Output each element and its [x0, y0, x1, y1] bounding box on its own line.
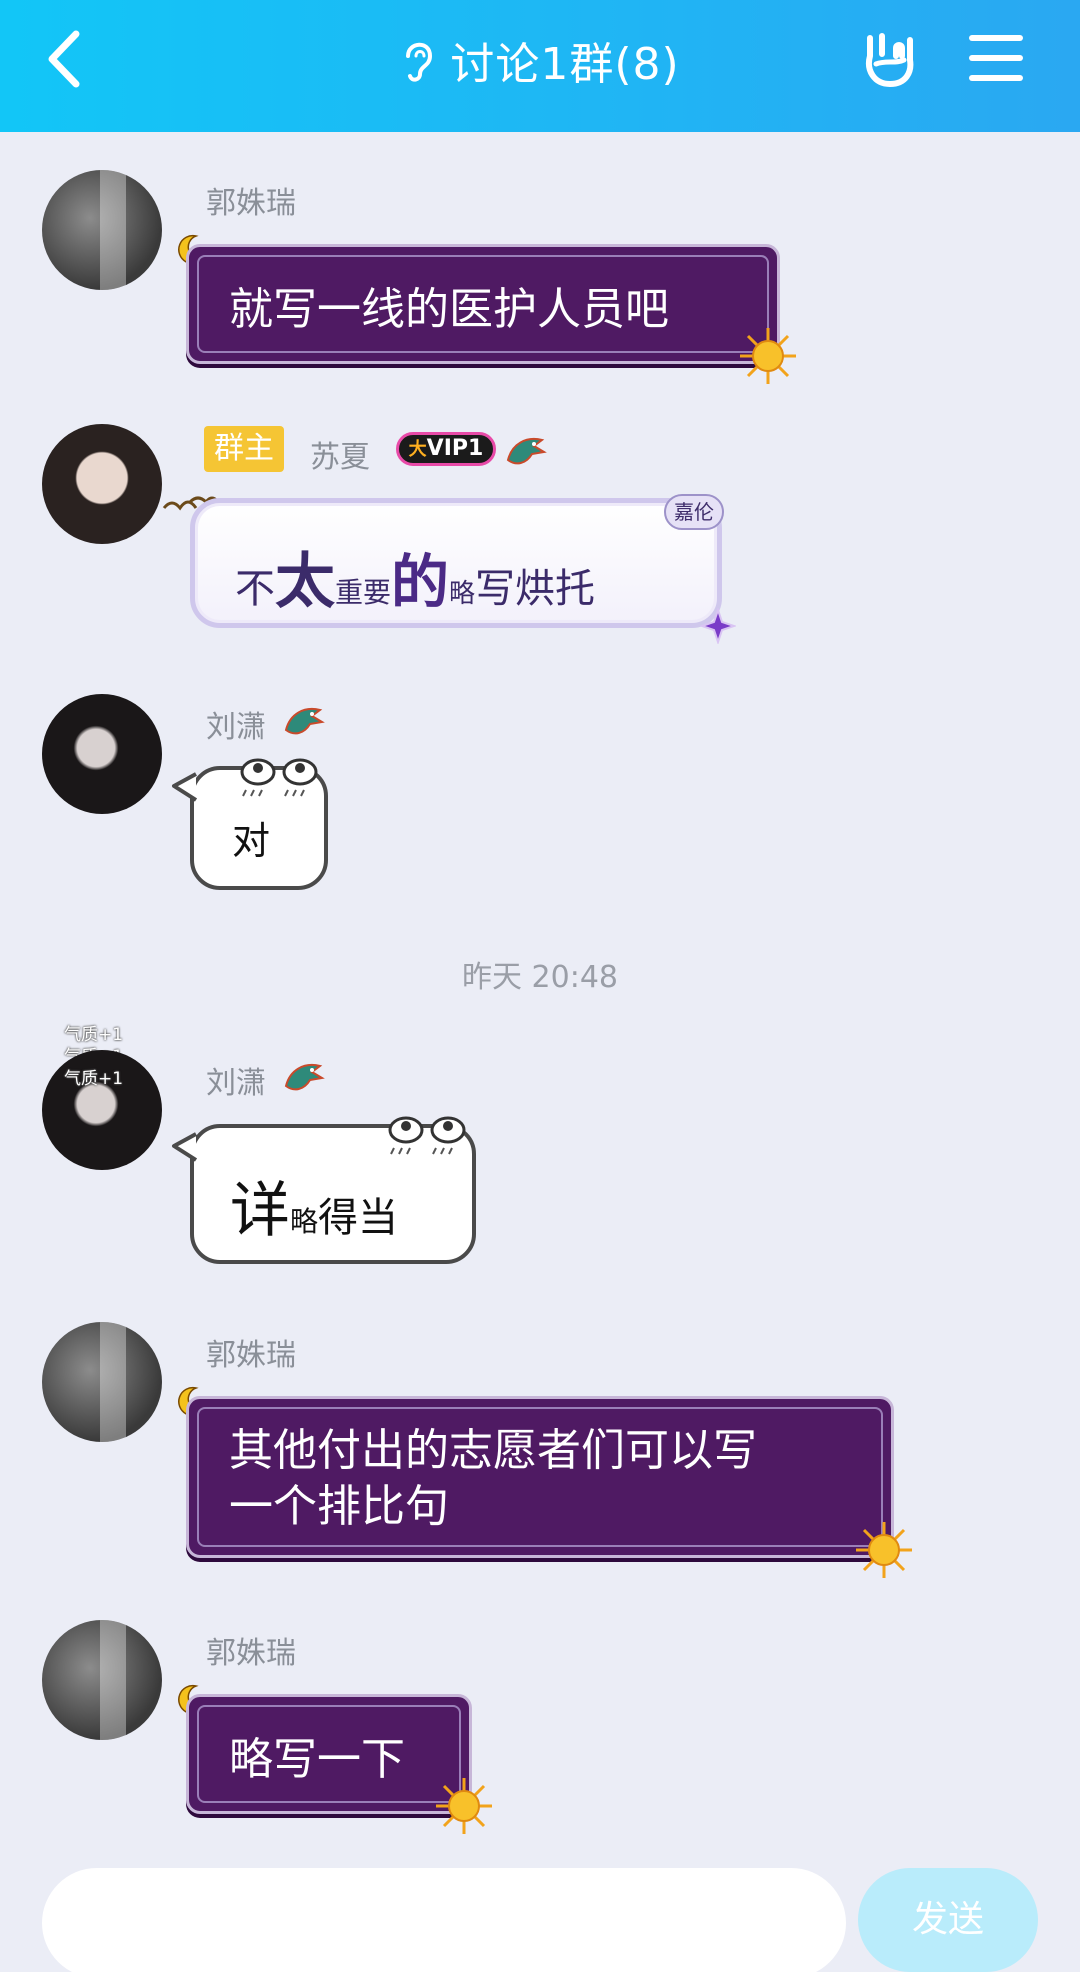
message-bubble[interactable]: 不太重要的略写烘托 [190, 498, 722, 628]
menu-button[interactable] [968, 30, 1024, 86]
message-text-group: 详略得当 [230, 1162, 398, 1249]
message-text-part: 太 [275, 547, 335, 617]
message-text-group: 不太重要的略写烘托 [235, 533, 595, 620]
message-text: 略写一下 [229, 1734, 405, 1785]
bubble-tail [172, 1132, 198, 1162]
message-text-part: 略 [449, 579, 476, 609]
dragon-icon [506, 438, 547, 465]
message-text-line: 其他付出的志愿者们可以写 [229, 1425, 757, 1476]
message-input[interactable] [42, 1868, 846, 1972]
sender-name: 刘潇 [206, 1066, 266, 1101]
rock-hand-button[interactable] [856, 26, 922, 92]
avatar[interactable] [42, 1322, 162, 1442]
vip-badge: 大VIP1 [396, 432, 496, 466]
message-bubble[interactable]: 就写一线的医护人员吧 [186, 244, 780, 364]
message-text-part: 写烘托 [475, 566, 596, 612]
hamburger-menu-icon [969, 35, 1023, 81]
avatar[interactable] [42, 694, 162, 814]
avatar[interactable] [42, 424, 162, 544]
message-text-part: 不 [235, 566, 275, 612]
message-text-line: 一个排比句 [229, 1481, 449, 1532]
sender-name: 郭姝瑞 [206, 1636, 296, 1671]
ear-icon [406, 42, 433, 82]
message-text-part: 略 [290, 1205, 319, 1238]
sun-icon [856, 1522, 912, 1578]
message-text-part: 重要 [335, 576, 392, 609]
chat-header: 讨论1群(8) [0, 0, 1080, 132]
message-bubble[interactable]: 其他付出的志愿者们可以写 一个排比句 [186, 1396, 894, 1558]
vip-label: VIP1 [426, 436, 484, 461]
sun-icon [740, 328, 796, 384]
message-text: 对 [232, 819, 271, 863]
message-text-part: 得当 [318, 1195, 399, 1241]
message-text-part: 详 [230, 1176, 290, 1246]
sender-name: 郭姝瑞 [206, 186, 296, 221]
bubble-tail [172, 772, 198, 802]
sender-name: 刘潇 [206, 710, 266, 745]
effect-tag: 气质+1 [64, 1069, 124, 1089]
bubble-name-tag: 嘉伦 [664, 494, 724, 530]
avatar[interactable] [42, 170, 162, 290]
vip-prefix: 大 [408, 439, 427, 460]
message-text: 就写一线的医护人员吧 [229, 284, 669, 335]
sun-icon [436, 1778, 492, 1834]
googly-eyes-icon [388, 1116, 466, 1155]
sender-name: 苏夏 [310, 440, 370, 475]
send-button[interactable]: 发送 [858, 1868, 1038, 1972]
sender-name: 郭姝瑞 [206, 1338, 296, 1373]
group-owner-badge: 群主 [204, 426, 284, 472]
chat-title: 讨论1群(8) [450, 39, 680, 90]
dragon-icon [284, 1064, 325, 1091]
star-icon [700, 608, 736, 644]
avatar[interactable] [42, 1620, 162, 1740]
timestamp: 昨天 20:48 [462, 960, 618, 995]
dragon-icon [284, 708, 325, 735]
message-bubble[interactable]: 略写一下 [186, 1694, 472, 1814]
googly-eyes-icon [240, 758, 318, 797]
message-text-part: 的 [391, 548, 450, 616]
rock-hand-icon [866, 33, 914, 87]
